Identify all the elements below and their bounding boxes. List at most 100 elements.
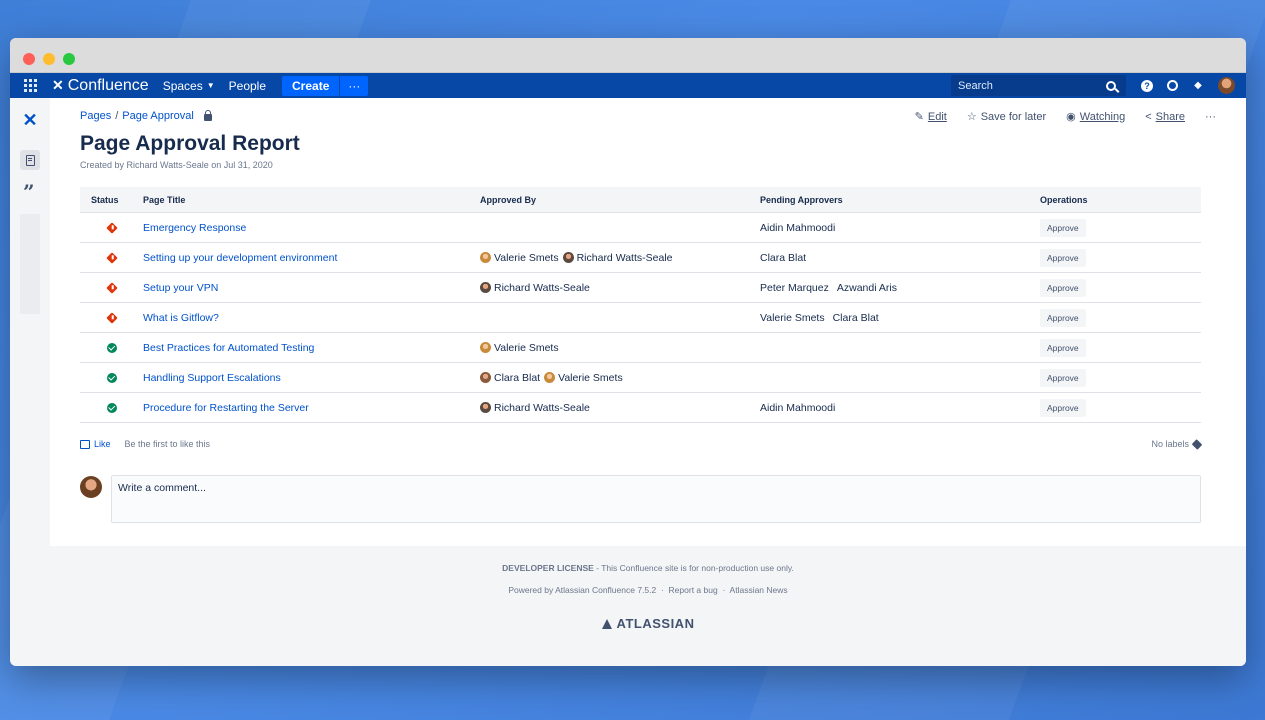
page-title-link[interactable]: Emergency Response: [143, 222, 480, 234]
breadcrumb-separator: /: [115, 110, 119, 122]
user-avatar[interactable]: [1218, 77, 1235, 94]
pending-approvers-cell: Aidin Mahmoodi: [760, 222, 1040, 234]
table-row: What is Gitflow? Valerie Smets Clara Blat A…: [80, 303, 1201, 333]
pending-approver[interactable]: Clara Blat: [760, 252, 806, 264]
share-icon: <: [1145, 110, 1152, 123]
table-row: Emergency Response Aidin Mahmoodi Approve: [80, 213, 1201, 243]
approve-button[interactable]: Approve: [1040, 248, 1086, 267]
settings-icon[interactable]: [1167, 80, 1178, 91]
approver[interactable]: Richard Watts-Seale: [480, 402, 590, 414]
maximize-window-button[interactable]: [63, 53, 75, 65]
close-window-button[interactable]: [23, 53, 35, 65]
approver[interactable]: Valerie Smets: [480, 252, 559, 264]
watching-button[interactable]: ◉ Watching: [1066, 110, 1126, 124]
approve-button[interactable]: Approve: [1040, 398, 1086, 417]
breadcrumb-page-approval[interactable]: Page Approval: [122, 110, 194, 122]
footer-dot: ·: [722, 585, 726, 595]
sidebar-placeholder: [20, 214, 40, 314]
table-row: Setup your VPN Richard Watts-Seale Peter M…: [80, 273, 1201, 303]
approved-by-cell: Richard Watts-Seale: [480, 282, 760, 294]
people-link[interactable]: People: [229, 79, 266, 93]
breadcrumb-pages[interactable]: Pages: [80, 110, 111, 122]
sidebar: ✕ ”: [10, 98, 50, 546]
pending-approver[interactable]: Azwandi Aris: [837, 282, 897, 294]
pending-approver[interactable]: Peter Marquez: [760, 282, 829, 294]
approver-name: Valerie Smets: [494, 251, 559, 264]
approved-by-cell: Clara Blat Valerie Smets: [480, 372, 760, 384]
restrictions-icon[interactable]: [203, 109, 212, 121]
approver-avatar: [544, 372, 556, 383]
approved-check-icon: [106, 372, 117, 383]
labels: No labels: [1151, 438, 1203, 450]
confluence-logo[interactable]: ✕ Confluence: [52, 77, 149, 95]
approver[interactable]: Richard Watts-Seale: [480, 282, 590, 294]
edit-label: Edit: [927, 110, 947, 123]
notifications-icon[interactable]: ◆: [1192, 80, 1204, 92]
approve-button[interactable]: Approve: [1040, 308, 1086, 327]
save-for-later-button[interactable]: ☆ Save for later: [967, 110, 1047, 124]
app-switcher-icon[interactable]: [24, 79, 37, 92]
pending-warning-icon: [105, 221, 118, 234]
approve-button[interactable]: Approve: [1040, 278, 1086, 297]
page-title-link[interactable]: Procedure for Restarting the Server: [143, 402, 480, 414]
more-actions-button[interactable]: ···: [1205, 111, 1216, 123]
thumbs-up-icon[interactable]: [80, 439, 90, 449]
report-bug-link[interactable]: Report a bug: [669, 585, 718, 595]
pending-approver[interactable]: Aidin Mahmoodi: [760, 402, 835, 414]
page-content: Pages / Page Approval ✎ Edit ☆ Save for …: [50, 98, 1246, 546]
approve-button[interactable]: Approve: [1040, 368, 1086, 387]
space-logo-icon[interactable]: ✕: [20, 111, 40, 129]
page-title-link[interactable]: What is Gitflow?: [143, 312, 480, 324]
pending-approver[interactable]: Valerie Smets: [760, 312, 825, 324]
create-button[interactable]: Create: [282, 75, 340, 96]
atlassian-news-link[interactable]: Atlassian News: [730, 585, 788, 595]
approve-button[interactable]: Approve: [1040, 218, 1086, 237]
operations-cell: Approve: [1040, 218, 1201, 237]
edit-button[interactable]: ✎ Edit: [915, 110, 947, 124]
pending-approver[interactable]: Aidin Mahmoodi: [760, 222, 835, 234]
page-title-link[interactable]: Setting up your development environment: [143, 252, 480, 264]
pending-approvers-cell: Aidin Mahmoodi: [760, 402, 1040, 414]
operations-cell: Approve: [1040, 398, 1201, 417]
operations-cell: Approve: [1040, 308, 1201, 327]
create-more-button[interactable]: ···: [339, 75, 369, 96]
page-title-link[interactable]: Setup your VPN: [143, 282, 480, 294]
page-title-link[interactable]: Best Practices for Automated Testing: [143, 342, 480, 354]
tag-icon[interactable]: [1191, 438, 1203, 450]
approver[interactable]: Clara Blat: [480, 372, 540, 384]
chevron-down-icon: ▼: [206, 81, 215, 90]
blog-icon[interactable]: ”: [23, 182, 35, 202]
approver-avatar: [480, 282, 491, 293]
approver[interactable]: Valerie Smets: [544, 372, 623, 384]
spaces-menu[interactable]: Spaces ▼: [163, 79, 215, 93]
watching-label: Watching: [1079, 110, 1126, 123]
breadcrumb: Pages / Page Approval: [80, 109, 212, 122]
minimize-window-button[interactable]: [43, 53, 55, 65]
approve-button[interactable]: Approve: [1040, 338, 1086, 357]
page-title-link[interactable]: Handling Support Escalations: [143, 372, 480, 384]
help-icon[interactable]: ?: [1141, 79, 1153, 92]
footer: DEVELOPER LICENSE - This Confluence site…: [50, 546, 1246, 666]
commenter-avatar: [80, 476, 102, 498]
approver-name: Valerie Smets: [494, 341, 559, 354]
pending-approver[interactable]: Clara Blat: [833, 312, 879, 324]
atlassian-logo[interactable]: ATLASSIAN: [50, 616, 1246, 631]
approved-check-icon: [106, 342, 117, 353]
approver-name: Valerie Smets: [558, 371, 623, 384]
share-button[interactable]: < Share: [1145, 111, 1185, 123]
approver[interactable]: Richard Watts-Seale: [562, 251, 673, 264]
share-label: Share: [1155, 110, 1185, 123]
comment-input[interactable]: Write a comment...: [111, 475, 1201, 523]
table-header: Status Page Title Approved By Pending Ap…: [80, 187, 1201, 213]
search-input[interactable]: Search: [951, 75, 1126, 96]
footer-links: Powered by Atlassian Confluence 7.5.2 · …: [50, 585, 1246, 595]
pages-icon[interactable]: [20, 150, 40, 170]
approver-name: Richard Watts-Seale: [576, 251, 673, 264]
top-navigation: ✕ Confluence Spaces ▼ People Create ··· …: [10, 73, 1246, 98]
like-button[interactable]: Like: [94, 439, 111, 449]
powered-by-link[interactable]: Powered by Atlassian Confluence 7.5.2: [508, 585, 656, 595]
header-actions: ? ◆: [1127, 73, 1235, 98]
search-icon[interactable]: [1106, 80, 1116, 91]
approver[interactable]: Valerie Smets: [480, 342, 559, 354]
save-for-later-label: Save for later: [980, 110, 1047, 123]
